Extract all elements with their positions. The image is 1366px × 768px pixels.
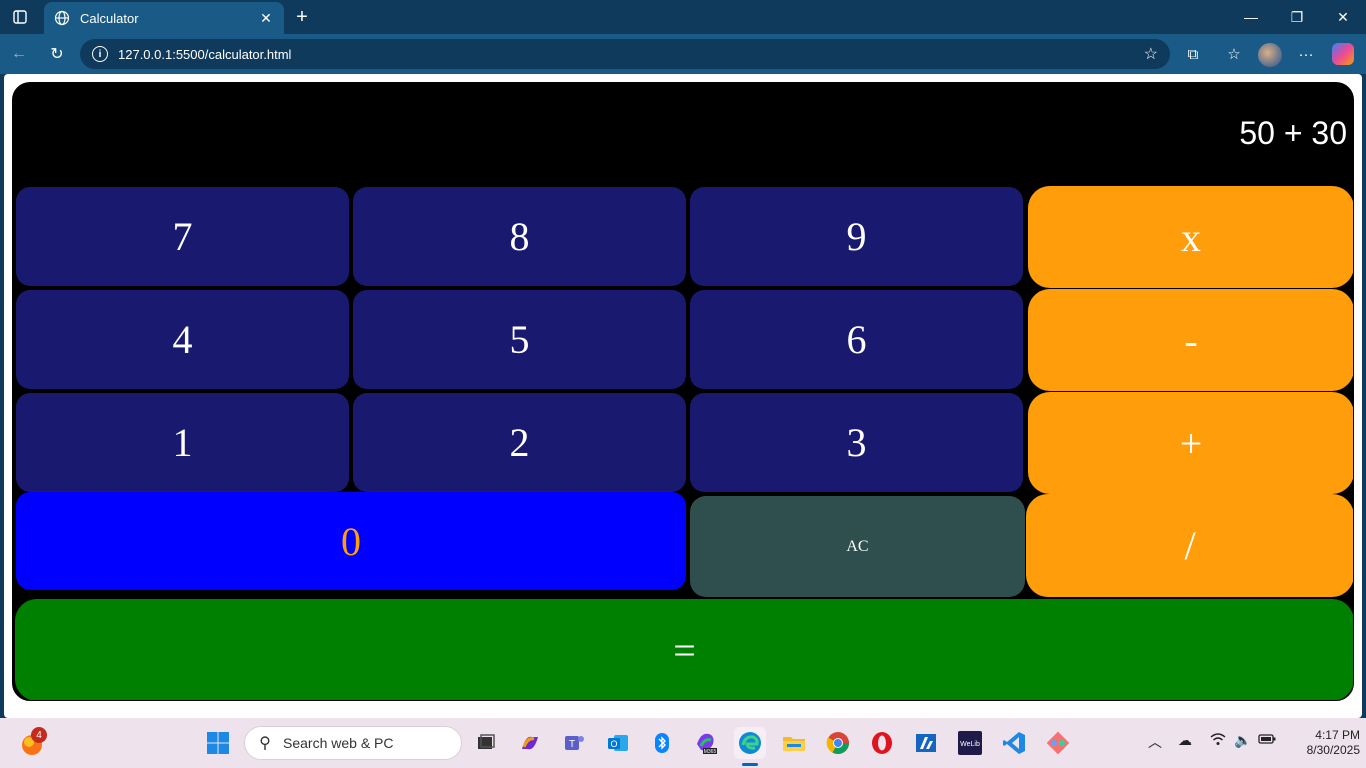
address-bar[interactable]: i 127.0.0.1:5500/calculator.html ☆ [80,39,1170,69]
key-plus[interactable]: + [1028,392,1353,494]
key-8[interactable]: 8 [353,187,686,286]
task-view-icon[interactable] [470,727,502,759]
profile-avatar[interactable] [1258,43,1282,67]
battery-icon[interactable] [1258,732,1276,748]
opera-icon[interactable] [866,727,898,759]
refresh-icon[interactable]: ↻ [44,42,70,66]
tab-calculator[interactable]: Calculator ✕ [44,2,284,34]
system-clock[interactable]: 4:17 PM 8/30/2025 [1280,728,1360,758]
welib-icon[interactable]: WeLib [954,727,986,759]
edge-icon[interactable] [734,727,766,759]
onedrive-icon[interactable]: ☁ [1178,732,1192,749]
chrome-icon[interactable] [822,727,854,759]
show-hidden-icons[interactable]: ︿ [1148,732,1162,752]
windows-taskbar: 4 ⚲ Search web & PC T O M365 WeLib ︿ ☁ 🔈… [0,718,1366,768]
bluetooth-icon[interactable] [646,727,678,759]
key-7[interactable]: 7 [16,187,349,286]
key-9[interactable]: 9 [690,187,1023,286]
key-1[interactable]: 1 [16,393,349,492]
new-tab-button[interactable]: + [290,5,314,29]
wifi-icon[interactable] [1210,732,1226,749]
tab-actions-icon[interactable] [8,6,32,28]
calculator-display: 50 + 30 [1239,114,1347,151]
key-divide[interactable]: / [1026,494,1353,597]
copilot-app-icon[interactable] [514,727,546,759]
search-placeholder: Search web & PC [283,735,394,751]
more-options-icon[interactable]: ··· [1293,42,1319,66]
favorites-icon[interactable]: ☆ [1221,42,1247,66]
microsoft-365-icon[interactable]: M365 [690,727,722,759]
key-5[interactable]: 5 [353,290,686,389]
notification-badge: 4 [31,727,47,743]
key-2[interactable]: 2 [353,393,686,492]
tab-title: Calculator [80,10,139,26]
restore-button[interactable]: ❐ [1274,0,1320,34]
teams-icon[interactable]: T [558,727,590,759]
azure-icon[interactable] [910,727,942,759]
page-viewport: 50 + 30 7 8 9 x 4 5 6 - 1 2 3 + 0 AC / = [4,74,1362,718]
key-0[interactable]: 0 [16,492,686,590]
browser-titlebar: Calculator ✕ + — ❐ ✕ [0,0,1366,34]
git-tool-icon[interactable] [1042,727,1074,759]
extensions-icon[interactable]: ⧉ [1180,42,1206,66]
clock-time: 4:17 PM [1315,728,1360,742]
copilot-icon[interactable] [1332,43,1354,65]
back-arrow-icon[interactable]: ← [6,42,32,66]
browser-navbar: ← ↻ i 127.0.0.1:5500/calculator.html ☆ ⧉… [0,34,1366,74]
key-4[interactable]: 4 [16,290,349,389]
svg-text:WeLib: WeLib [960,741,980,748]
globe-icon [54,10,70,26]
clock-date: 8/30/2025 [1306,743,1360,757]
outlook-icon[interactable]: O [602,727,634,759]
key-6[interactable]: 6 [690,290,1023,389]
vscode-icon[interactable] [998,727,1030,759]
calculator: 50 + 30 7 8 9 x 4 5 6 - 1 2 3 + 0 AC / = [12,82,1354,701]
key-minus[interactable]: - [1028,289,1353,391]
volume-icon[interactable]: 🔈 [1234,732,1251,749]
key-multiply[interactable]: x [1028,186,1353,288]
search-icon: ⚲ [259,735,271,752]
favorite-star-icon[interactable]: ☆ [1144,44,1158,64]
site-info-icon[interactable]: i [92,46,108,62]
window-close-button[interactable]: ✕ [1320,0,1366,34]
svg-text:O: O [610,739,617,749]
url-text: 127.0.0.1:5500/calculator.html [118,46,292,62]
key-equals[interactable]: = [15,599,1353,700]
minimize-button[interactable]: — [1228,0,1274,34]
start-icon[interactable] [202,727,234,759]
taskbar-search[interactable]: ⚲ Search web & PC [244,726,462,760]
tab-close-icon[interactable]: ✕ [258,10,274,26]
active-app-indicator [742,763,758,766]
file-explorer-icon[interactable] [778,727,810,759]
key-all-clear[interactable]: AC [690,496,1025,597]
key-3[interactable]: 3 [690,393,1023,492]
svg-text:T: T [569,739,575,750]
svg-text:M365: M365 [704,749,717,755]
